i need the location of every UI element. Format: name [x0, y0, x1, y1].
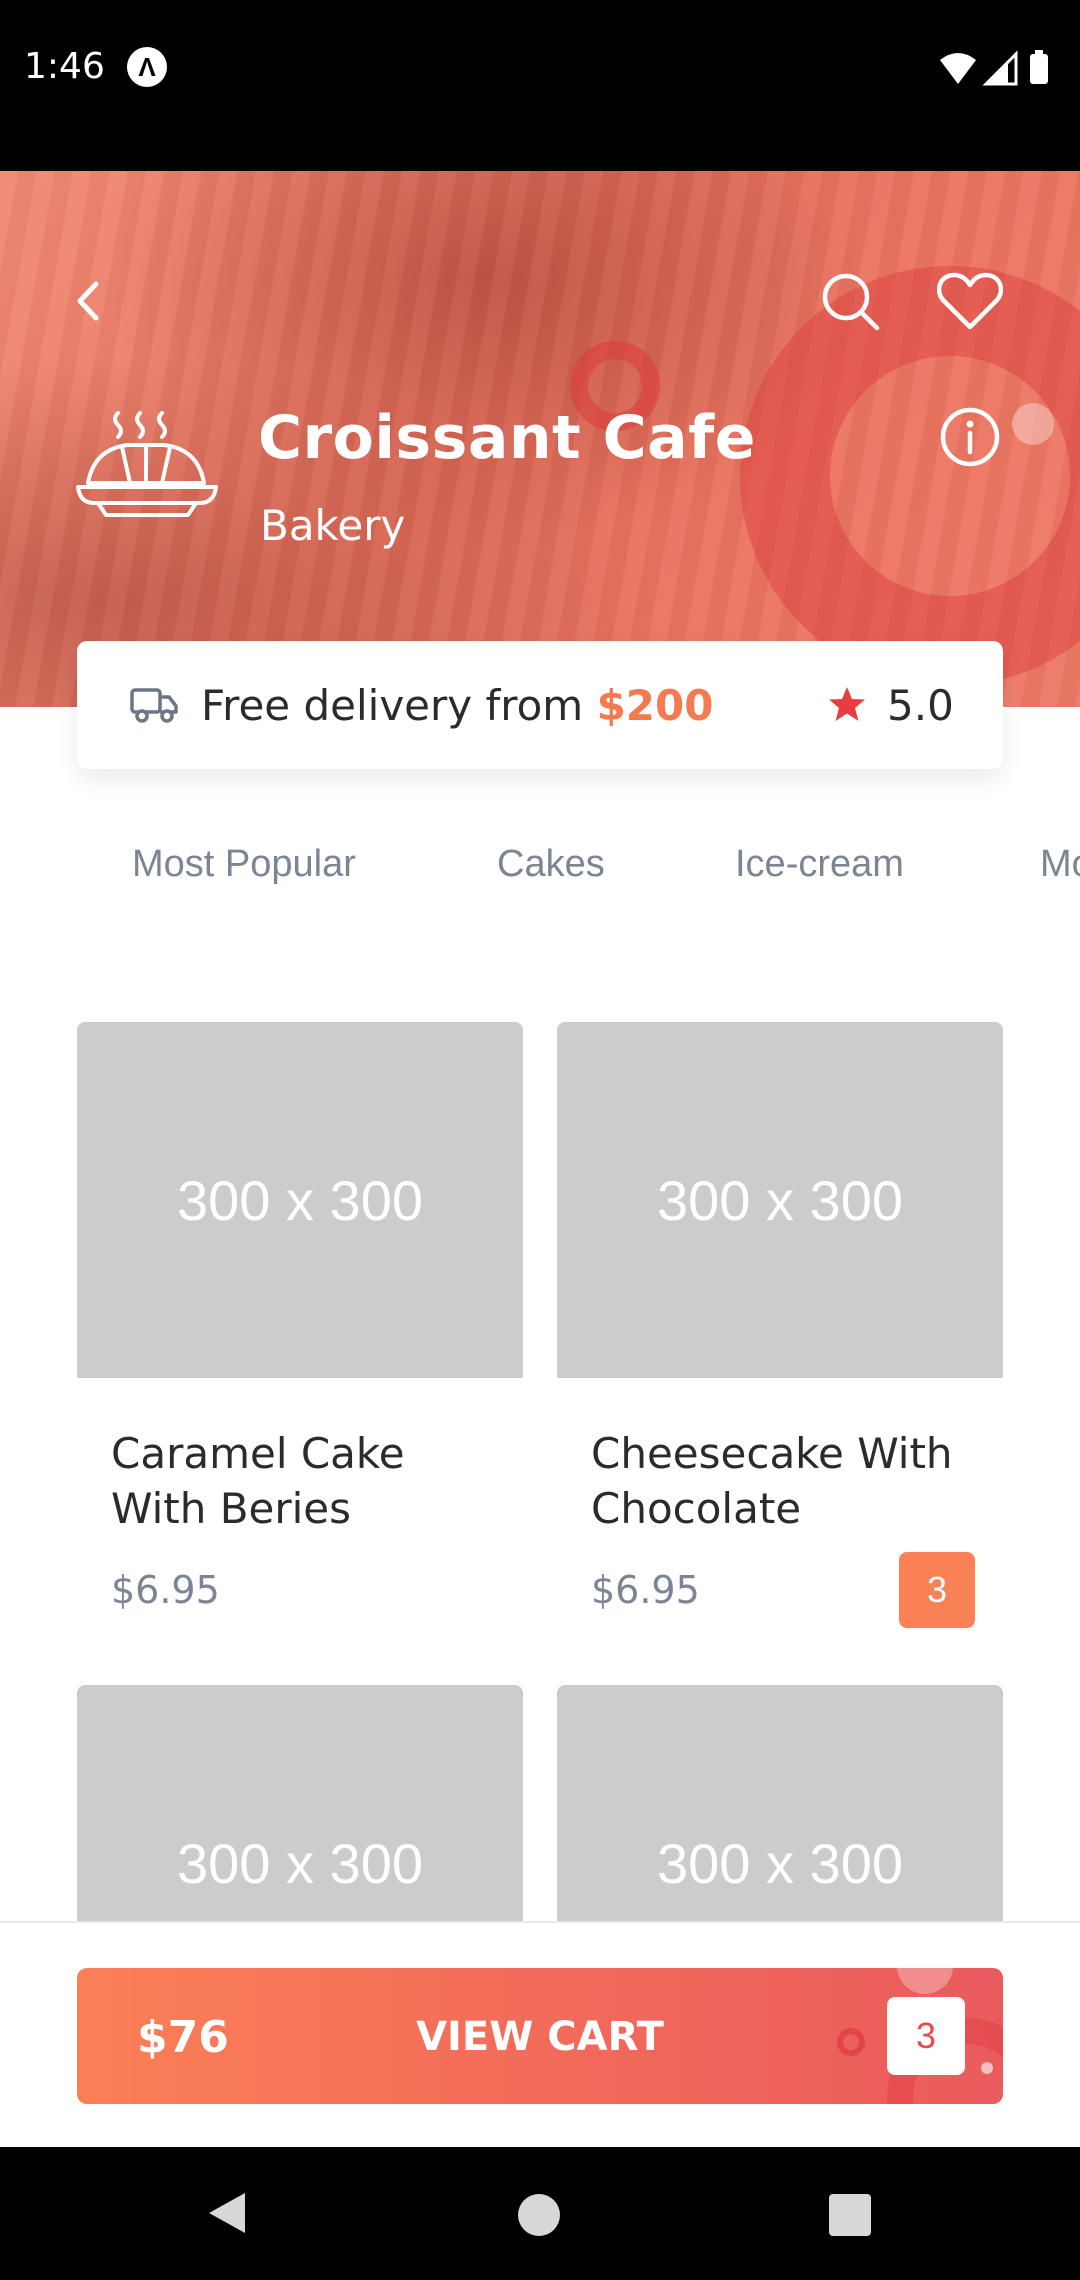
delivery-info-card: Free delivery from $200 5.0 [77, 641, 1003, 769]
status-bar: 1:46 Λ [0, 0, 1080, 171]
tab-most-popular[interactable]: Most Popular [132, 843, 356, 886]
chevron-left-icon [77, 281, 99, 321]
info-icon [940, 407, 1000, 467]
product-name: Caramel Cake With Beries [111, 1429, 405, 1533]
status-icons [938, 50, 1058, 91]
cart-count-badge: 3 [887, 1997, 965, 2075]
search-button[interactable] [810, 261, 890, 341]
view-cart-button[interactable]: $76 VIEW CART 3 [77, 1968, 1003, 2104]
delivery-prefix: Free delivery from [201, 681, 597, 730]
tab-more[interactable]: Mo [1040, 843, 1080, 886]
tab-ice-cream[interactable]: Ice-cream [735, 843, 904, 886]
decorative-dot [1012, 403, 1054, 445]
wifi-icon [940, 53, 976, 84]
product-card[interactable]: 300 x 300 Caramel Cake With Beries $6.95 [77, 1022, 523, 1662]
category-tabs: Most Popular Cakes Ice-cream Mo [0, 843, 1080, 903]
star-icon [829, 687, 865, 721]
quantity-badge[interactable]: 3 [899, 1552, 975, 1628]
decorative-dot [981, 2062, 993, 2074]
app-notification-icon: Λ [127, 47, 167, 87]
delivery-amount: $200 [596, 681, 714, 730]
tab-cakes[interactable]: Cakes [497, 843, 605, 886]
croissant-icon [76, 411, 218, 517]
delivery-text: Free delivery from $200 [201, 681, 713, 730]
shop-category: Bakery [260, 501, 406, 550]
favorite-button[interactable] [930, 261, 1010, 341]
search-icon [822, 273, 880, 331]
info-button[interactable] [930, 397, 1010, 477]
back-button[interactable] [48, 261, 128, 341]
shop-name: Croissant Cafe [258, 403, 756, 473]
decorative-dot [897, 1968, 953, 1994]
battery-icon [1030, 54, 1048, 84]
phone-frame: 1:46 Λ Croissant Cafe Bakery Free delive… [0, 0, 1080, 2280]
heart-icon [937, 272, 1003, 330]
nav-recents-icon[interactable] [829, 2194, 871, 2236]
hero-banner: Croissant Cafe Bakery [0, 171, 1080, 707]
restaurant-screen: Croissant Cafe Bakery Free delivery from… [0, 171, 1080, 2147]
product-image: 300 x 300 [77, 1022, 523, 1378]
product-name: Cheesecake With Chocolate [591, 1429, 953, 1533]
product-price: $6.95 [591, 1568, 700, 1612]
cart-panel: $76 VIEW CART 3 [0, 1921, 1080, 2147]
rating-value: 5.0 [887, 681, 954, 730]
nav-home-icon[interactable] [518, 2194, 560, 2236]
truck-icon [130, 688, 178, 723]
product-image: 300 x 300 [557, 1022, 1003, 1378]
nav-back-icon[interactable] [205, 2189, 249, 2237]
system-nav-bar [0, 2147, 1080, 2280]
product-card[interactable]: 300 x 300 Cheesecake With Chocolate $6.9… [557, 1022, 1003, 1662]
view-cart-label: VIEW CART [416, 2014, 664, 2060]
status-time: 1:46 [24, 46, 105, 87]
product-price: $6.95 [111, 1568, 220, 1612]
